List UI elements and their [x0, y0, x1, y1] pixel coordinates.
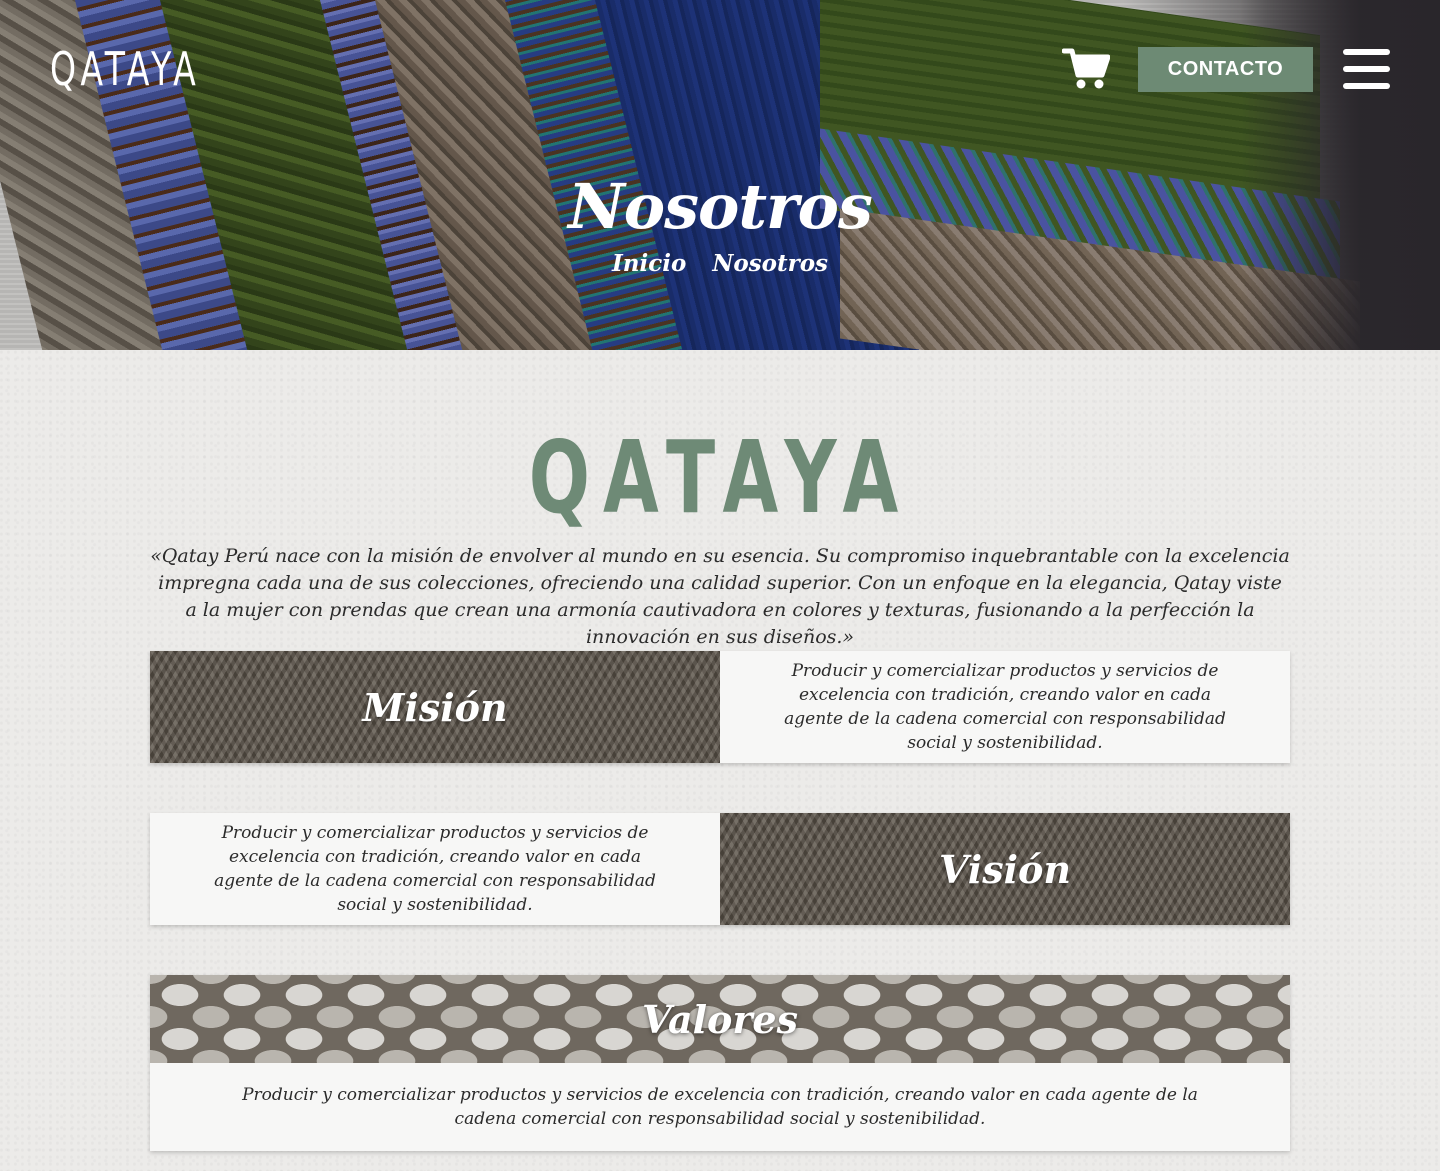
mision-title: Misión	[362, 684, 508, 730]
valores-title: Valores	[642, 996, 798, 1042]
mision-block: Misión Producir y comercializar producto…	[150, 651, 1290, 763]
vision-image: Visión	[720, 813, 1290, 925]
hero-banner: QATAYA CONTACTO Nosotros Inicio Nosotros	[0, 0, 1440, 350]
valores-image: Valores	[150, 975, 1290, 1063]
page-title: Nosotros	[568, 170, 873, 243]
valores-block: Valores Producir y comercializar product…	[150, 975, 1290, 1151]
hamburger-menu-icon[interactable]	[1343, 47, 1391, 91]
about-section: QATAYA «Qatay Perú nace con la misión de…	[0, 350, 1440, 1171]
vision-title: Visión	[938, 846, 1072, 892]
mision-image: Misión	[150, 651, 720, 763]
breadcrumb-home-link[interactable]: Inicio	[612, 250, 686, 277]
brand-title: QATAYA	[528, 419, 912, 536]
contact-button[interactable]: CONTACTO	[1138, 47, 1313, 92]
mision-text: Producir y comercializar productos y ser…	[720, 651, 1290, 763]
site-logo[interactable]: QATAYA	[50, 46, 200, 92]
shopping-cart-icon[interactable]	[1061, 47, 1111, 91]
brand-quote: «Qatay Perú nace con la misión de envolv…	[150, 545, 1290, 648]
breadcrumb: Inicio Nosotros	[0, 252, 1440, 275]
vision-block: Producir y comercializar productos y ser…	[150, 813, 1290, 925]
vision-text: Producir y comercializar productos y ser…	[150, 813, 720, 925]
valores-text: Producir y comercializar productos y ser…	[150, 1063, 1290, 1151]
breadcrumb-current: Nosotros	[712, 250, 828, 277]
